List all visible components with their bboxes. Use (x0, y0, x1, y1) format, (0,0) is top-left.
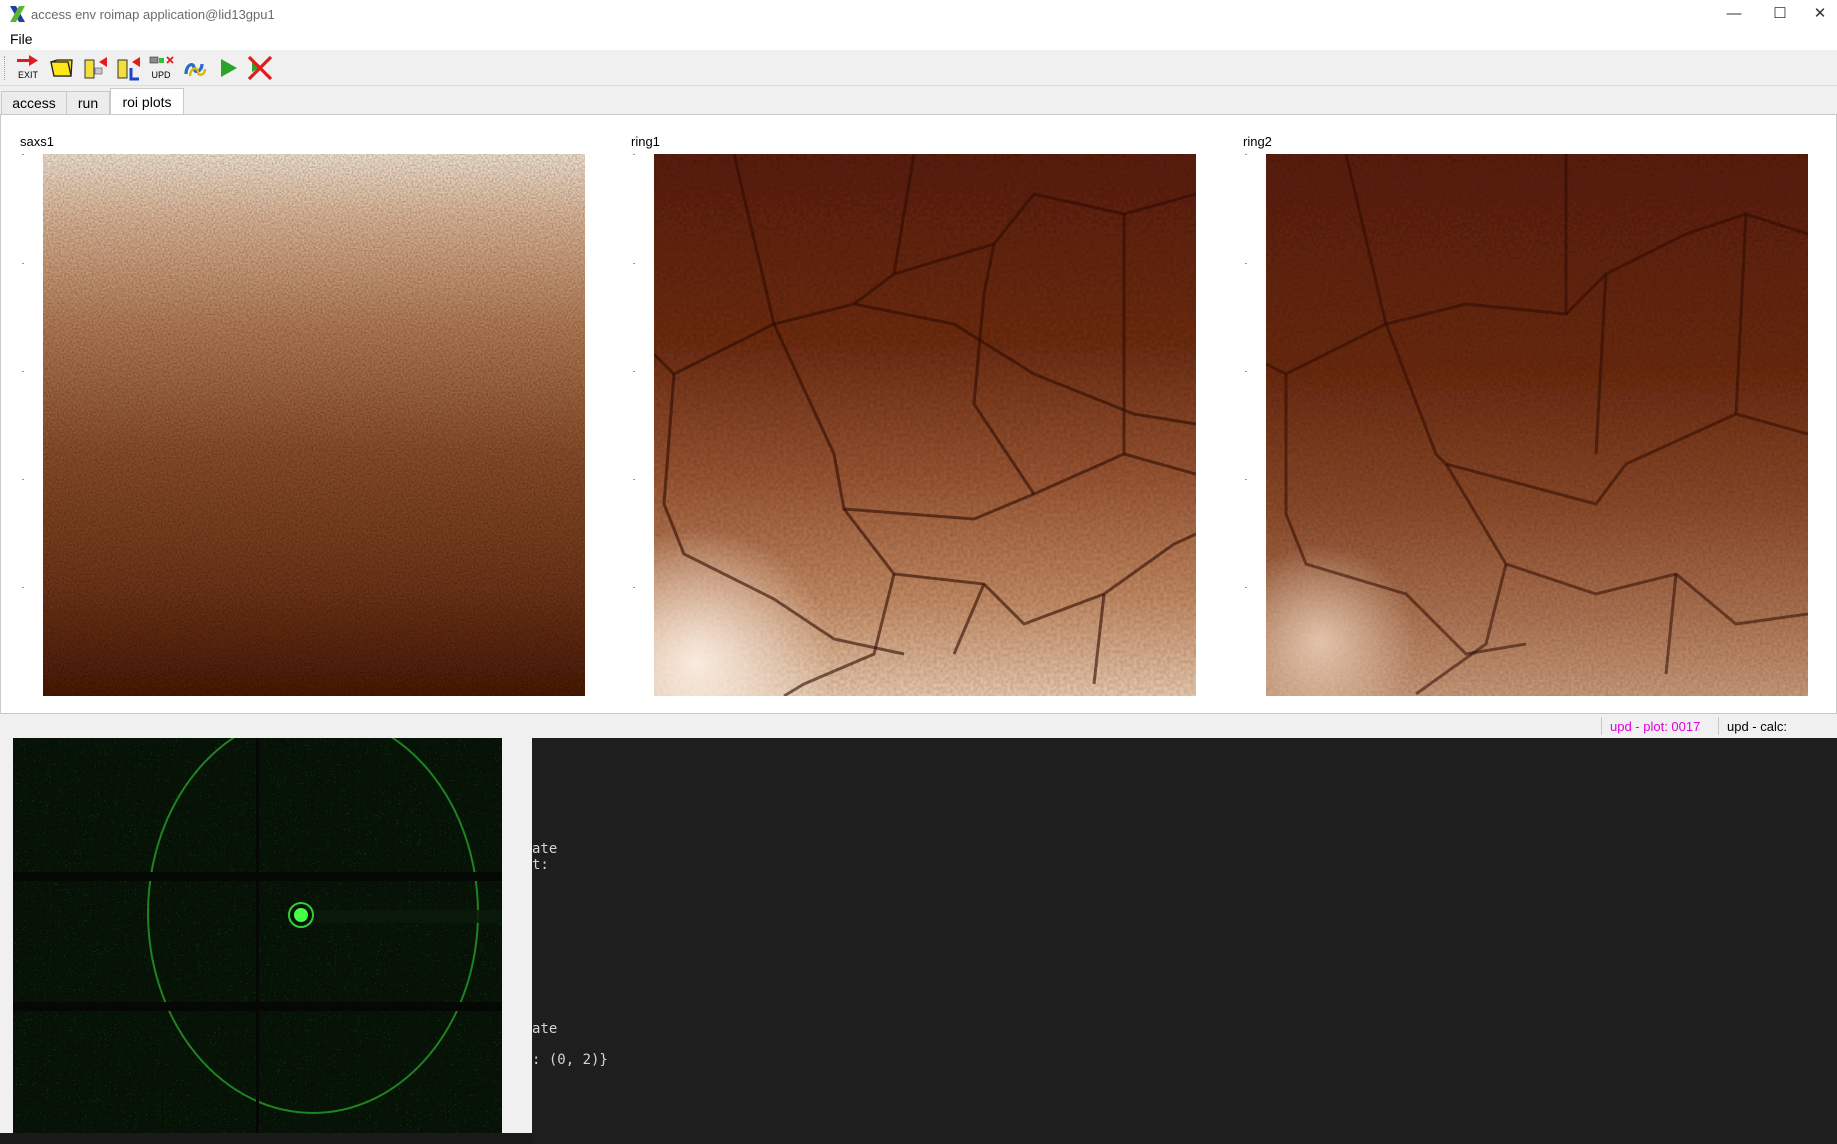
axis-tick (22, 587, 24, 588)
open-button[interactable] (48, 54, 76, 82)
detector-image-window (0, 738, 532, 1144)
application-window: access env roimap application@lid13gpu1 … (0, 0, 1837, 739)
axis-tick (633, 479, 635, 480)
axis-tick (22, 371, 24, 372)
stop-icon (247, 55, 273, 81)
minimize-button[interactable]: — (1711, 0, 1757, 29)
load-l-button[interactable] (114, 54, 142, 82)
axis-tick (1245, 479, 1247, 480)
axis-tick (1245, 263, 1247, 264)
terminal-line: t: (532, 857, 549, 873)
plot-label-ring1: ring1 (631, 134, 660, 149)
axis-tick (1245, 371, 1247, 372)
status-plot-counter: upd - plot: 0017 (1610, 719, 1701, 734)
axis-tick (22, 263, 24, 264)
exit-text: EXIT (18, 70, 39, 80)
plot-label-ring2: ring2 (1243, 134, 1272, 149)
axis-tick (633, 371, 635, 372)
ring2-roi-image[interactable] (1266, 154, 1808, 696)
terminal-line: : (0, 2)} (532, 1052, 608, 1068)
load-roi-icon (84, 57, 107, 79)
ring1-roi-image[interactable] (654, 154, 1196, 696)
toolbar-grip[interactable] (4, 56, 8, 80)
tab-roi-plots[interactable]: roi plots (110, 88, 184, 116)
stop-button[interactable] (246, 54, 274, 82)
menu-file[interactable]: File (10, 31, 33, 47)
plot-label-saxs1: saxs1 (20, 134, 54, 149)
tab-run[interactable]: run (66, 91, 110, 115)
tab-access[interactable]: access (1, 91, 67, 115)
snake-icon (184, 63, 207, 77)
axis-tick (633, 154, 635, 155)
load-roi-button[interactable] (81, 54, 109, 82)
title-bar: access env roimap application@lid13gpu1 … (0, 0, 1837, 29)
open-folder-icon (50, 59, 73, 77)
upd-icon: UPD (149, 56, 174, 80)
x-app-logo-icon (10, 6, 25, 22)
axis-tick (633, 263, 635, 264)
upd-text: UPD (151, 70, 171, 80)
axis-tick (22, 479, 24, 480)
run-button[interactable] (214, 54, 242, 82)
detector-image[interactable] (13, 738, 502, 1133)
status-calc-counter: upd - calc: (1727, 719, 1787, 734)
axis-tick (633, 587, 635, 588)
tab-bar: access run roi plots (0, 88, 1837, 116)
terminal-line: ate (532, 841, 558, 857)
detector-status-strip (0, 1133, 532, 1144)
window-title: access env roimap application@lid13gpu1 (31, 7, 275, 22)
terminal-output: ate t: ate : (0, 2)} (532, 738, 1837, 1144)
close-window-button[interactable]: ✕ (1803, 0, 1837, 29)
terminal-line: ate (532, 1021, 558, 1037)
maximize-button[interactable]: ☐ (1757, 0, 1803, 29)
status-separator (1601, 717, 1602, 735)
axis-tick (1245, 154, 1247, 155)
exit-button[interactable]: EXIT (14, 54, 42, 82)
status-bar: upd - plot: 0017 upd - calc: (0, 714, 1837, 738)
roi-plots-panel: saxs1 ring1 ring2 (0, 114, 1837, 714)
axis-tick (1245, 587, 1247, 588)
axis-tick (22, 154, 24, 155)
python-button[interactable] (181, 54, 209, 82)
toolbar: EXIT UPD (0, 50, 1837, 86)
load-l-icon (117, 57, 140, 81)
run-icon (221, 59, 237, 77)
saxs1-roi-image[interactable] (43, 154, 585, 696)
exit-icon: EXIT (17, 55, 39, 80)
upd-button[interactable]: UPD (147, 54, 175, 82)
menu-bar: File (0, 29, 1837, 51)
status-separator (1718, 717, 1719, 735)
